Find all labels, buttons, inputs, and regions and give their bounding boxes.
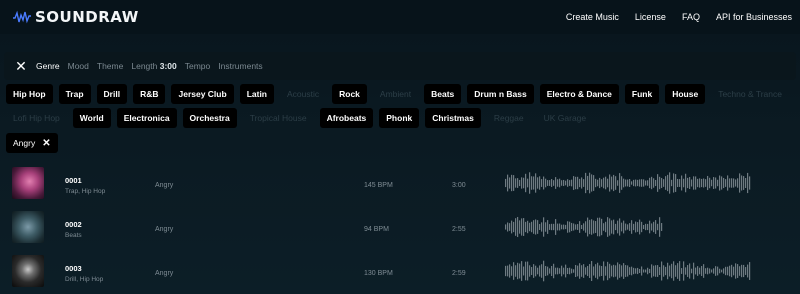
tab-instruments[interactable]: Instruments [218, 61, 262, 71]
track-waveform[interactable] [505, 259, 751, 283]
nav-api-for-businesses[interactable]: API for Businesses [716, 12, 792, 22]
nav-create-music[interactable]: Create Music [566, 12, 619, 22]
track-number: 0003 [65, 264, 82, 273]
genre-chip-reggae: Reggae [493, 113, 524, 123]
selected-filter-chip[interactable]: Angry ✕ [6, 133, 58, 153]
genre-chip-jersey-club[interactable]: Jersey Club [171, 84, 234, 104]
genre-chips-row-1: Hip Hop Trap Drill R&B Jersey Club Latin Acous… [6, 84, 800, 104]
genre-chip-r-b[interactable]: R&B [133, 84, 166, 104]
genre-chip-lofi-hip-hop: Lofi Hip Hop [13, 113, 60, 123]
track-number: 0001 [65, 176, 82, 185]
tab-mood[interactable]: Mood [68, 61, 89, 71]
genre-chip-uk-garage: UK Garage [543, 113, 587, 123]
track-duration: 2:59 [452, 270, 466, 277]
genre-chip-electro-dance[interactable]: Electro & Dance [539, 84, 619, 104]
track-cover-image[interactable] [12, 211, 44, 243]
track-genre: Trap, Hip Hop [65, 188, 106, 195]
length-value: 3:00 [159, 61, 177, 71]
genre-chip-rock[interactable]: Rock [332, 84, 367, 104]
top-header: SOUNDRAW Create Music License FAQ API fo… [0, 0, 800, 34]
main-nav: Create Music License FAQ API for Busines… [566, 12, 792, 22]
tab-length[interactable]: Length 3:00 [131, 61, 176, 71]
genre-chip-afrobeats[interactable]: Afrobeats [319, 108, 374, 128]
track-cover-image[interactable] [12, 167, 44, 199]
genre-chip-phonk[interactable]: Phonk [379, 108, 420, 128]
genre-chip-acoustic: Acoustic [287, 89, 320, 99]
genre-chip-drum-n-bass[interactable]: Drum n Bass [467, 84, 534, 104]
nav-license[interactable]: License [635, 12, 666, 22]
filter-tabs-bar: ✕ Genre Mood Theme Length 3:00 Tempo Ins… [4, 52, 796, 80]
genre-chip-electronica[interactable]: Electronica [116, 108, 177, 128]
genre-chip-orchestra[interactable]: Orchestra [182, 108, 237, 128]
track-mood: Angry [155, 182, 174, 189]
track-duration: 2:55 [452, 226, 466, 233]
genre-chip-latin[interactable]: Latin [239, 84, 274, 104]
waveform-logo-icon [13, 10, 31, 24]
track-genre: Beats [65, 232, 82, 239]
track-row[interactable]: 0003 Drill, Hip Hop Angry 130 BPM 2:59 [0, 255, 800, 294]
tab-theme[interactable]: Theme [97, 61, 123, 71]
remove-filter-icon[interactable]: ✕ [42, 138, 50, 149]
genre-chip-beats[interactable]: Beats [424, 84, 462, 104]
logo-text: SOUNDRAW [35, 8, 139, 26]
track-row[interactable]: 0001 Trap, Hip Hop Angry 145 BPM 3:00 [0, 167, 800, 209]
track-cover-image[interactable] [12, 255, 44, 287]
track-mood: Angry [155, 226, 174, 233]
genre-chip-house[interactable]: House [665, 84, 706, 104]
track-waveform[interactable] [505, 171, 751, 195]
genre-chip-hip-hop[interactable]: Hip Hop [6, 84, 53, 104]
nav-faq[interactable]: FAQ [682, 12, 700, 22]
genre-chip-funk[interactable]: Funk [624, 84, 660, 104]
track-duration: 3:00 [452, 182, 466, 189]
genre-chips-row-2: Lofi Hip Hop World Electronica Orchestra Tro… [6, 108, 800, 128]
genre-chip-drill[interactable]: Drill [96, 84, 128, 104]
track-waveform[interactable] [505, 215, 663, 239]
genre-chip-trap[interactable]: Trap [58, 84, 91, 104]
track-genre: Drill, Hip Hop [65, 276, 104, 283]
genre-chip-ambient: Ambient [379, 89, 412, 99]
track-row[interactable]: 0002 Beats Angry 94 BPM 2:55 [0, 211, 800, 253]
tab-tempo[interactable]: Tempo [185, 61, 211, 71]
track-mood: Angry [155, 270, 174, 277]
track-bpm: 145 BPM [364, 182, 393, 189]
close-filters-icon[interactable]: ✕ [14, 58, 28, 74]
soundraw-logo[interactable]: SOUNDRAW [12, 8, 139, 26]
track-bpm: 130 BPM [364, 270, 393, 277]
genre-chip-techno-trance: Techno & Trance [718, 89, 782, 99]
genre-chip-world[interactable]: World [72, 108, 111, 128]
tab-genre[interactable]: Genre [36, 61, 60, 71]
selected-filter-label: Angry [13, 138, 36, 148]
length-label: Length [131, 61, 158, 71]
genre-chip-tropical-house: Tropical House [249, 113, 307, 123]
track-bpm: 94 BPM [364, 226, 389, 233]
track-number: 0002 [65, 220, 82, 229]
genre-chip-christmas[interactable]: Christmas [425, 108, 481, 128]
